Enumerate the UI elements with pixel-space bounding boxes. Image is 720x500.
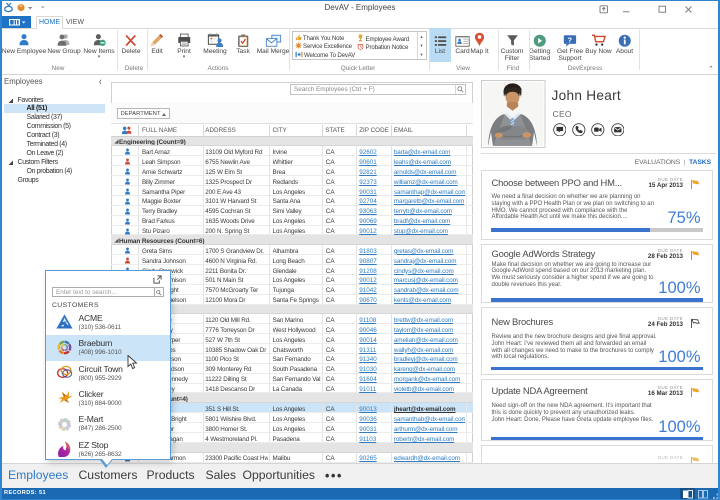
svg-text:?: ? xyxy=(568,36,572,44)
